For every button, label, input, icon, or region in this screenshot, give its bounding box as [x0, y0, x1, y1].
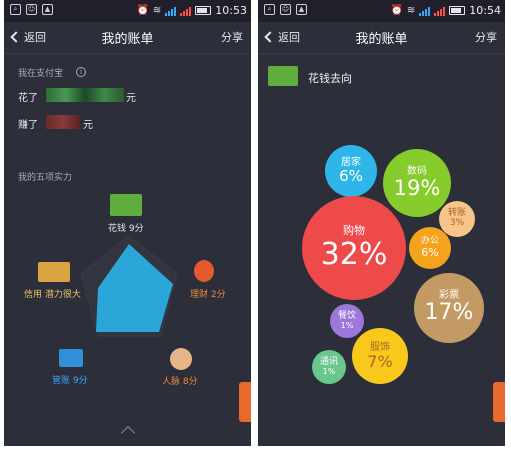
bubble-percent: 17%: [424, 300, 474, 326]
status-time: 10:54: [469, 4, 501, 17]
status-time: 10:53: [215, 4, 247, 17]
bubble-lottery[interactable]: 彩票 17%: [414, 273, 484, 343]
page-title: 我的账单: [355, 32, 408, 47]
info-icon[interactable]: i: [76, 67, 86, 77]
image-notification-icon: ▲: [42, 4, 53, 15]
money-icon: [268, 66, 298, 86]
bubble-name: 购物: [343, 224, 365, 238]
spent-prefix: 花了: [18, 93, 38, 104]
search-icon: ⌕: [10, 4, 21, 15]
battery-icon: [449, 6, 466, 15]
spent-amount-redacted: [46, 88, 124, 102]
finance-icon: [194, 260, 214, 282]
nav-bar: 返回 我的账单 分享: [4, 22, 251, 54]
app-notification-icon: ☺: [26, 4, 37, 15]
search-icon: ⌕: [264, 4, 275, 15]
image-notification-icon: ▲: [296, 4, 307, 15]
bubble-transfer[interactable]: 转账 3%: [439, 201, 475, 237]
bubble-percent: 6%: [339, 167, 363, 186]
radar-credit: 信用 潜力很大: [24, 290, 81, 300]
bubble-percent: 19%: [393, 175, 441, 200]
nav-bar: 返回 我的账单 分享: [258, 22, 505, 54]
bubble-telecom[interactable]: 通讯 1%: [312, 350, 346, 384]
side-float-tab[interactable]: [493, 382, 505, 422]
radar-accounts: 管账 9分: [52, 376, 88, 386]
status-bar: ⌕ ☺ ▲ ⏰ ≋ 10:53: [4, 0, 251, 22]
network-icon: [170, 348, 192, 370]
earned-amount-redacted: [46, 115, 80, 129]
radar-finance: 理财 2分: [190, 290, 226, 300]
signal-icon: [165, 5, 177, 16]
spent-currency: 元: [126, 93, 136, 104]
bubble-percent: 7%: [367, 351, 393, 371]
credit-icon: [38, 262, 70, 282]
radar-network: 人脉 8分: [162, 377, 198, 387]
app-notification-icon: ☺: [280, 4, 291, 15]
bubble-shopping[interactable]: 购物 32%: [302, 196, 406, 300]
battery-icon: [195, 6, 212, 15]
wifi-icon: ≋: [152, 5, 162, 16]
alipay-label: 我在支付宝: [18, 69, 64, 79]
earned-prefix: 赚了: [18, 120, 38, 131]
earned-currency: 元: [83, 120, 93, 131]
bubble-percent: 1%: [340, 320, 354, 330]
side-float-tab[interactable]: [239, 382, 251, 422]
alarm-icon: ⏰: [390, 5, 403, 16]
chevron-up-icon[interactable]: [120, 425, 136, 441]
status-bar: ⌕ ☺ ▲ ⏰ ≋ 10:54: [258, 0, 505, 22]
strengths-label: 我的五项实力: [18, 173, 73, 183]
bubble-clothing[interactable]: 服饰 7%: [352, 328, 408, 384]
accounts-icon: [59, 349, 83, 367]
signal-2-icon: [180, 5, 192, 16]
bubble-percent: 1%: [322, 366, 336, 376]
bubble-office[interactable]: 办公 6%: [409, 227, 451, 269]
radar-spending: 花钱 9分: [108, 224, 144, 234]
spending-heading: 花钱去向: [308, 72, 352, 85]
bubble-percent: 32%: [320, 236, 388, 272]
bubble-dining[interactable]: 餐饮 1%: [330, 304, 364, 338]
radar-chart: [80, 235, 178, 337]
right-screen: ⌕ ☺ ▲ ⏰ ≋ 10:54 返回 我的账单 分享 花钱去向 居家 6% 数码…: [258, 0, 505, 446]
signal-2-icon: [434, 5, 446, 16]
bubble-digital[interactable]: 数码 19%: [383, 149, 451, 217]
alarm-icon: ⏰: [136, 5, 149, 16]
share-button[interactable]: 分享: [221, 29, 243, 45]
bubble-percent: 3%: [449, 218, 465, 228]
money-icon: [110, 194, 142, 216]
bubble-percent: 6%: [421, 245, 439, 259]
share-button[interactable]: 分享: [475, 29, 497, 45]
signal-icon: [419, 5, 431, 16]
left-screen: ⌕ ☺ ▲ ⏰ ≋ 10:53 返回 我的账单 分享 我在支付宝 i 花了 元 …: [4, 0, 251, 446]
page-title: 我的账单: [101, 32, 154, 47]
bubble-home[interactable]: 居家 6%: [325, 145, 377, 197]
wifi-icon: ≋: [406, 5, 416, 16]
